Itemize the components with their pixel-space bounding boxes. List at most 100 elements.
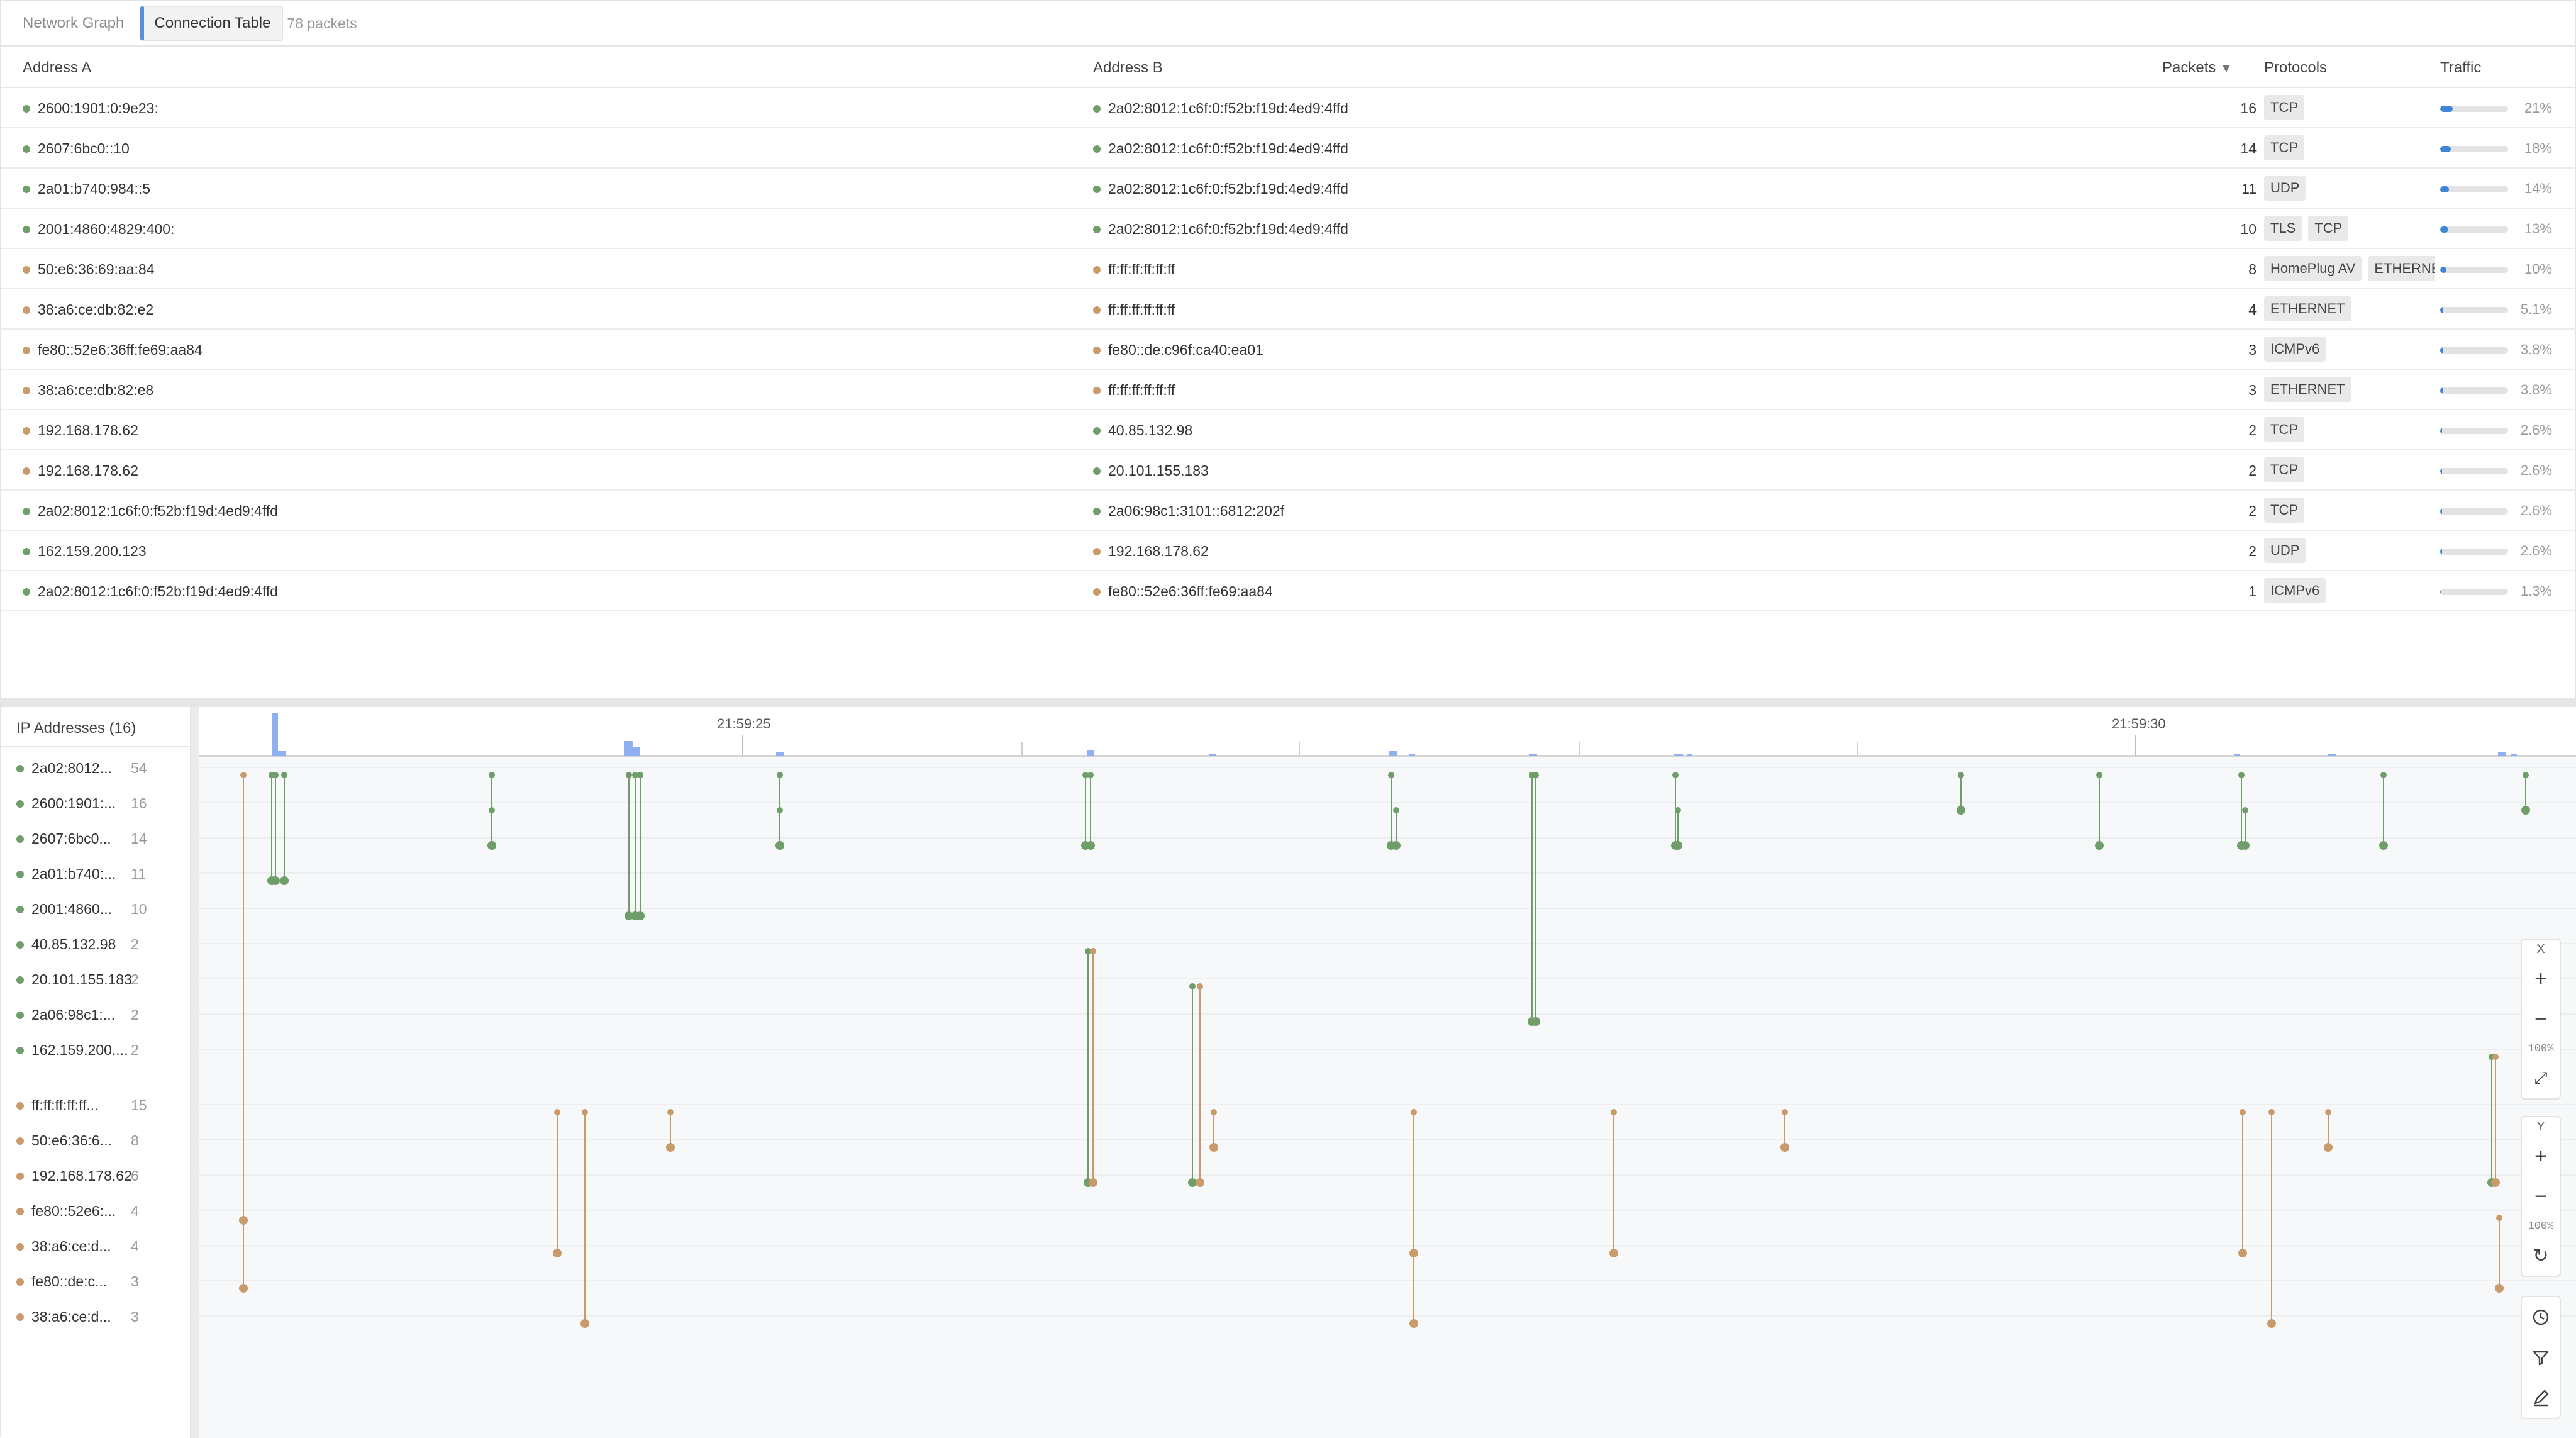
address-a-cell: 38:a6:ce:db:82:e2 [23, 301, 153, 318]
ip-address-label: 38:a6:ce:d... [31, 1238, 111, 1254]
protocols-cell: HomePlug AVETHERNET [2264, 256, 2435, 282]
packet-dot [2379, 841, 2388, 850]
ip-address-label: 2a01:b740:... [31, 866, 116, 882]
table-row[interactable]: fe80::52e6:36ff:fe69:aa84 fe80::de:c96f:c… [1, 330, 2576, 370]
ip-address-item[interactable]: fe80::de:c... 3 [16, 1273, 186, 1290]
ip-address-item[interactable]: 38:a6:ce:d... 4 [16, 1238, 186, 1255]
column-header-address-a[interactable]: Address A [23, 59, 91, 77]
address-kind-dot [1093, 186, 1101, 193]
ip-address-item[interactable]: 40.85.132.98 2 [16, 936, 186, 953]
ip-panel-title: IP Addresses (16) [1, 707, 190, 747]
protocol-badge: ETHERNET [2368, 256, 2435, 281]
ip-address-label: ff:ff:ff:ff:ff... [31, 1097, 99, 1113]
ip-address-item[interactable]: 2a01:b740:... 11 [16, 866, 186, 883]
panel-splitter[interactable] [1, 698, 2576, 707]
packet-dot [775, 841, 784, 850]
ip-packet-count: 6 [131, 1168, 139, 1184]
ip-address-label: 2607:6bc0... [31, 830, 111, 847]
table-row[interactable]: 2001:4860:4829:400: 2a02:8012:1c6f:0:f52b… [1, 209, 2576, 249]
column-header-protocols[interactable]: Protocols [2264, 59, 2327, 77]
protocols-cell: TCP [2264, 95, 2435, 121]
protocol-badge: ETHERNET [2264, 296, 2351, 321]
ip-address-label: 20.101.155.183 [31, 971, 132, 988]
address-a: 162.159.200.123 [38, 543, 147, 559]
address-a: 2a02:8012:1c6f:0:f52b:f19d:4ed9:4ffd [38, 503, 278, 519]
packet-dot [1189, 983, 1196, 989]
address-a-cell: 192.168.178.62 [23, 422, 138, 439]
address-b: 2a02:8012:1c6f:0:f52b:f19d:4ed9:4ffd [1108, 140, 1348, 157]
ip-address-item[interactable]: 2607:6bc0... 14 [16, 830, 186, 847]
address-b-cell: ff:ff:ff:ff:ff:ff [1093, 261, 1175, 278]
table-row[interactable]: 50:e6:36:69:aa:84 ff:ff:ff:ff:ff:ff 8 HomeP… [1, 249, 2576, 289]
address-kind-dot [23, 186, 30, 193]
packet-dot [489, 772, 495, 778]
table-row[interactable]: 2a01:b740:984::5 2a02:8012:1c6f:0:f52b:f1… [1, 169, 2576, 209]
histogram-bar [776, 752, 784, 756]
column-header-traffic[interactable]: Traffic [2440, 59, 2481, 77]
address-kind-dot [16, 1278, 24, 1286]
timeline-canvas[interactable] [199, 707, 2576, 1438]
ip-address-item[interactable]: ff:ff:ff:ff:ff... 15 [16, 1097, 186, 1114]
address-a: 192.168.178.62 [38, 422, 138, 438]
fit-icon[interactable]: ⤢ [2522, 1058, 2560, 1098]
ip-address-item[interactable]: 38:a6:ce:d... 3 [16, 1308, 186, 1325]
traffic-percent: 2.6% [2520, 422, 2552, 438]
packet-dot [626, 772, 632, 778]
table-row[interactable]: 38:a6:ce:db:82:e8 ff:ff:ff:ff:ff:ff 3 ETHER… [1, 370, 2576, 410]
zoom-out-x-icon[interactable]: − [2522, 999, 2560, 1039]
packet-dot [280, 876, 289, 885]
view-tab-bar: Network Graph Connection Table 78 packet… [1, 1, 2576, 47]
ip-packet-count: 2 [131, 1006, 139, 1023]
packet-timeline[interactable]: 21:59:25 21:59:30 [199, 707, 2576, 1438]
traffic-bar [2440, 387, 2508, 394]
address-kind-dot [1093, 548, 1101, 555]
column-header-address-b[interactable]: Address B [1093, 59, 1163, 77]
zoom-out-y-icon[interactable]: − [2522, 1176, 2560, 1217]
packets-cell: 3 [2248, 382, 2257, 398]
column-header-packets[interactable]: Packets ▼ [2162, 59, 2233, 77]
table-row[interactable]: 2a02:8012:1c6f:0:f52b:f19d:4ed9:4ffd 2a06… [1, 491, 2576, 531]
histogram-bar [1674, 754, 1683, 756]
annotate-icon[interactable] [2522, 1378, 2560, 1418]
ip-packet-count: 3 [131, 1273, 139, 1290]
clock-icon[interactable] [2522, 1297, 2560, 1337]
address-kind-dot [16, 1313, 24, 1321]
filter-icon[interactable] [2522, 1337, 2560, 1378]
packet-dot [554, 1109, 560, 1115]
histogram-bar [1087, 750, 1094, 756]
table-row[interactable]: 162.159.200.123 192.168.178.62 2 UDP 2.6% [1, 531, 2576, 571]
ip-address-item[interactable]: 162.159.200.... 2 [16, 1042, 186, 1059]
table-row[interactable]: 192.168.178.62 40.85.132.98 2 TCP 2.6% [1, 410, 2576, 450]
ip-address-item[interactable]: 2001:4860... 10 [16, 901, 186, 918]
table-row[interactable]: 192.168.178.62 20.101.155.183 2 TCP 2.6% [1, 450, 2576, 491]
address-a: fe80::52e6:36ff:fe69:aa84 [38, 342, 203, 358]
address-kind-dot [16, 835, 24, 843]
packet-dot [2521, 806, 2530, 815]
histogram-bar [624, 741, 633, 756]
reset-icon[interactable]: ↻ [2522, 1235, 2560, 1276]
table-row[interactable]: 2600:1901:0:9e23: 2a02:8012:1c6f:0:f52b:f… [1, 88, 2576, 128]
ip-address-item[interactable]: 2a02:8012... 54 [16, 760, 186, 777]
protocols-cell: TCP [2264, 498, 2435, 524]
packets-cell: 16 [2240, 100, 2257, 116]
table-row[interactable]: 38:a6:ce:db:82:e2 ff:ff:ff:ff:ff:ff 4 ETHER… [1, 289, 2576, 330]
zoom-in-y-icon[interactable]: + [2522, 1136, 2560, 1176]
ip-address-item[interactable]: 2600:1901:... 16 [16, 795, 186, 812]
histogram-bar [1209, 754, 1216, 756]
panel-resize-handle[interactable] [191, 707, 199, 1438]
ip-address-item[interactable]: 2a06:98c1:... 2 [16, 1006, 186, 1023]
ip-address-item[interactable]: 192.168.178.62 6 [16, 1168, 186, 1184]
packets-cell: 8 [2248, 261, 2257, 277]
ip-address-item[interactable]: 20.101.155.183 2 [16, 971, 186, 988]
ip-address-item[interactable]: fe80::52e6:... 4 [16, 1203, 186, 1220]
tab-network-graph[interactable]: Network Graph [23, 14, 124, 32]
x-axis-controls: X + − 100% ⤢ [2521, 939, 2561, 1100]
tab-connection-table[interactable]: Connection Table [140, 6, 284, 41]
packet-dot [2380, 772, 2387, 778]
table-row[interactable]: 2607:6bc0::10 2a02:8012:1c6f:0:f52b:f19d:… [1, 128, 2576, 169]
zoom-in-x-icon[interactable]: + [2522, 959, 2560, 999]
ip-address-item[interactable]: 50:e6:36:6... 8 [16, 1132, 186, 1149]
packet-dot [1409, 1249, 1418, 1257]
table-row[interactable]: 2a02:8012:1c6f:0:f52b:f19d:4ed9:4ffd fe80… [1, 571, 2576, 611]
address-kind-dot [23, 548, 30, 555]
